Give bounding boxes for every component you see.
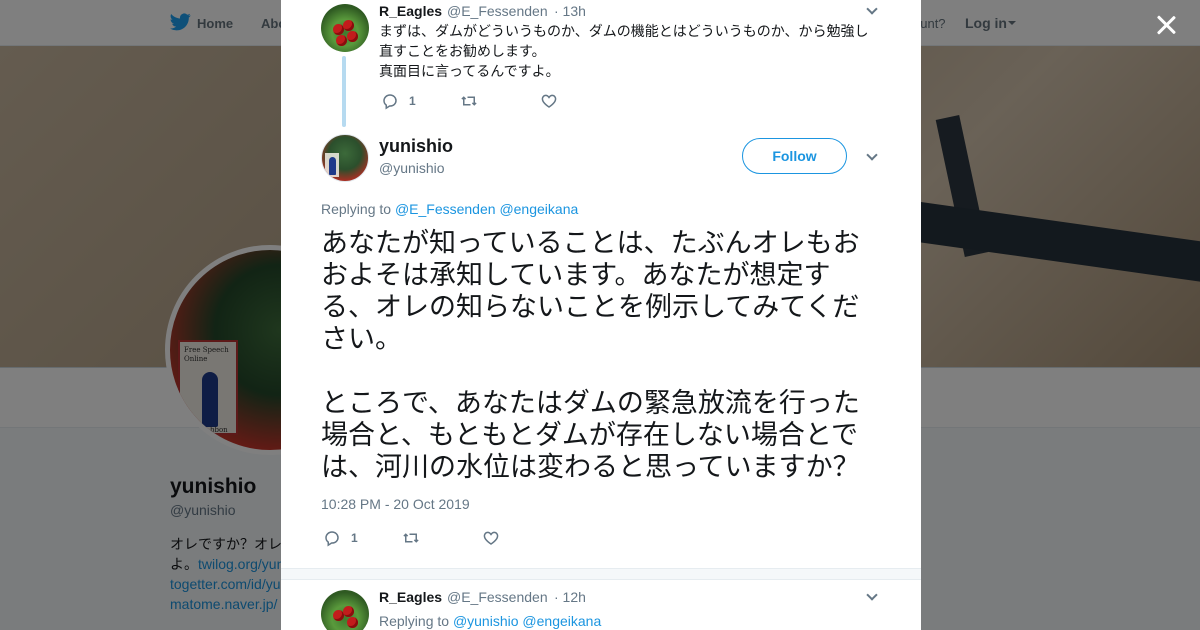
tweet-text: まずは、ダムがどういうものか、ダムの機能とはどういうものか、から勉強し 直すこと… [379,21,889,81]
retweet-icon [461,96,477,106]
tweet-timestamp[interactable]: 10:28 PM - 20 Oct 2019 [321,496,470,512]
replying-to-label: Replying to [379,613,450,629]
tweet-author-handle[interactable]: @E_Fessenden [447,589,548,605]
retweet-button[interactable] [402,529,420,547]
close-icon[interactable] [1153,12,1179,38]
tweet-paragraph: ところで、あなたはダムの緊急放流を行った場合と、もともとダムが存在しない場合とで… [321,388,860,483]
like-button[interactable] [482,529,500,547]
tweet-author-name[interactable]: R_Eagles [379,3,442,19]
mention-link[interactable]: @engeikana [522,613,601,629]
mention-link[interactable]: @yunishio [453,613,519,629]
berry-shape [343,20,354,31]
replying-to: Replying to @E_Fessenden @engeikana [321,201,578,217]
mention-link[interactable]: @engeikana [499,201,578,217]
avatar[interactable] [321,4,369,52]
mention-link[interactable]: @E_Fessenden [395,201,496,217]
main-tweet-text: あなたが知っていることは、たぶんオレもおおよそは承知しています。あなたが想定する… [321,228,883,484]
tweet-author-name[interactable]: yunishio [379,136,453,157]
chevron-down-icon[interactable] [866,3,878,15]
reply-count: 1 [409,94,416,108]
replying-to: Replying to @yunishio @engeikana [379,613,601,629]
tweet-time[interactable]: · 12h [554,589,586,605]
replying-to-label: Replying to [321,201,392,217]
tweet-author-handle[interactable]: @E_Fessenden [447,3,548,19]
like-button[interactable] [540,92,558,110]
tweet-time[interactable]: · 13h [554,3,586,19]
tweet-text-line: まずは、ダムがどういうものか、ダムの機能とはどういうものか、から勉強し [379,23,869,39]
retweet-button[interactable] [460,92,478,110]
follow-button[interactable]: Follow [742,138,847,174]
tweet-author-handle[interactable]: @yunishio [379,160,445,176]
blue-ribbon-icon [329,157,336,175]
tweet-divider [281,568,921,580]
reply-button[interactable]: 1 [381,92,416,110]
berry-shape [336,35,347,46]
chevron-down-icon[interactable] [866,149,878,161]
heart-icon [541,94,557,108]
thread-connector-line [342,56,346,127]
reply-count: 1 [351,531,358,545]
berry-shape [347,617,358,628]
heart-icon [483,531,499,545]
tweet-text-line: 直すことをお勧めします。 [379,43,546,59]
retweet-icon [403,533,419,543]
chevron-down-icon[interactable] [866,589,878,601]
avatar[interactable] [321,134,369,182]
tweet-paragraph: あなたが知っていることは、たぶんオレもおおよそは承知しています。あなたが想定する… [321,228,860,355]
tweet-author-name[interactable]: R_Eagles [379,589,442,605]
reply-button[interactable]: 1 [323,529,358,547]
tweet-text-line: 真面目に言ってるんですよ。 [379,63,560,79]
reply-icon [383,94,397,110]
berry-shape [347,31,358,42]
reply-icon [325,531,339,547]
avatar[interactable] [321,590,369,630]
berry-shape [343,606,354,617]
tweet-modal: R_Eagles @E_Fessenden · 13h まずは、ダムがどういうも… [281,0,921,630]
